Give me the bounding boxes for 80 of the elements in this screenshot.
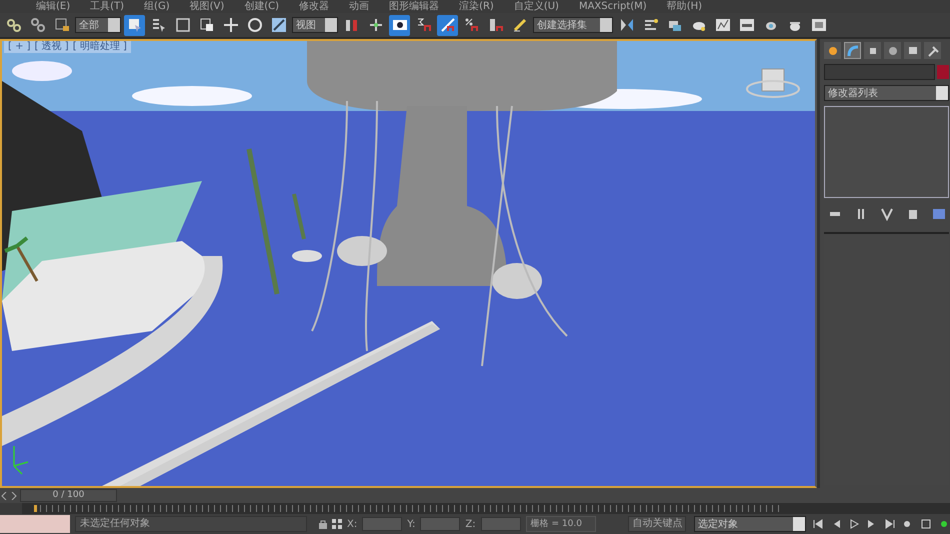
menu-item[interactable]: 图形编辑器: [389, 0, 440, 12]
viewport-label[interactable]: [ + ]: [8, 41, 31, 53]
menu-item[interactable]: 动画: [349, 0, 370, 12]
align-icon: [642, 17, 658, 33]
key-filter-dropdown[interactable]: 选定对象: [694, 516, 806, 532]
pencil-icon: [512, 17, 528, 33]
modifier-stack-list[interactable]: [824, 106, 949, 198]
menu-item[interactable]: 渲染(R): [459, 0, 494, 12]
panel-tab[interactable]: [884, 42, 901, 59]
coordinate-label: X:: [347, 518, 358, 532]
coordinate-field[interactable]: [480, 517, 521, 531]
modifier-list-dropdown[interactable]: 修改器列表: [824, 85, 949, 101]
status-prompt: 未选定任何对象: [75, 516, 307, 532]
sun-icon: [826, 44, 838, 56]
dropdown[interactable]: 创建选择集: [533, 17, 613, 33]
dropdown[interactable]: 视图: [292, 17, 338, 33]
chain-link-icon: [6, 17, 22, 33]
panel-tab[interactable]: [864, 42, 881, 59]
script-listener-field[interactable]: [0, 515, 70, 533]
color-swatch[interactable]: [937, 65, 949, 79]
mirror-icon: [618, 17, 634, 33]
menu-item[interactable]: 组(G): [144, 0, 170, 12]
current-frame-box[interactable]: 0 / 100: [20, 489, 117, 502]
grid-squares-icon[interactable]: [332, 519, 342, 529]
previous-button[interactable]: [0, 489, 8, 502]
coordinate-field[interactable]: [362, 517, 402, 531]
panel-tab[interactable]: [824, 42, 841, 59]
percent-magnet-icon: [464, 17, 480, 33]
next-frame-icon: [866, 519, 876, 529]
menu-item[interactable]: 创建(C): [244, 0, 280, 12]
broken-link-icon: [30, 17, 46, 33]
menu-item[interactable]: 编辑(E): [36, 0, 70, 12]
playback-button[interactable]: [919, 517, 932, 531]
viewport-label[interactable]: [ 明暗处理 ]: [72, 41, 127, 53]
snap-magnet-icon: [416, 17, 432, 33]
eye-box-icon: [392, 17, 408, 33]
cursor-box-icon: [126, 17, 142, 33]
menu-item[interactable]: 自定义(U): [514, 0, 559, 12]
playback-button[interactable]: [811, 517, 824, 531]
menu-item[interactable]: 修改器: [299, 0, 330, 12]
menu-item[interactable]: 视图(V): [190, 0, 224, 12]
frame-window-icon: [810, 17, 826, 33]
play-icon: [848, 519, 858, 529]
lock-icon[interactable]: [319, 519, 327, 529]
go-start-icon: [812, 519, 822, 529]
grid-size-text: 栅格 = 10.0: [526, 516, 596, 532]
toolbar-button[interactable]: [124, 14, 145, 36]
coordinate-label: Z:: [465, 518, 476, 532]
name-field[interactable]: [824, 64, 934, 80]
arc-icon: [846, 44, 858, 56]
graph-window-icon: [714, 17, 730, 33]
circle-icon: [886, 44, 898, 56]
square-icon: [174, 17, 190, 33]
go-end-icon: [884, 519, 894, 529]
auto-key-button[interactable]: 自动关键点: [628, 516, 686, 532]
mirror-bars-icon: [344, 17, 360, 33]
toolbar-button[interactable]: [389, 14, 410, 36]
spinner-magnet-icon: [488, 17, 504, 33]
panel-tab[interactable]: [904, 42, 921, 59]
window-icon: [932, 206, 946, 220]
window-icon: [738, 17, 754, 33]
viewport-label[interactable]: [ 透视 ]: [34, 41, 69, 53]
angle-magnet-icon: [440, 17, 456, 33]
next-button[interactable]: [10, 489, 18, 502]
panel-tab[interactable]: [924, 42, 941, 59]
dropdown[interactable]: 全部: [75, 17, 121, 33]
pivot-cross-icon: [368, 17, 384, 33]
menu-item[interactable]: 工具(T): [90, 0, 124, 12]
toolbar-button[interactable]: [437, 14, 458, 36]
scale-box-icon: [270, 17, 286, 33]
grid-icon: [920, 519, 930, 529]
list-cursor-icon: [150, 17, 166, 33]
cross-arrows-icon: [222, 17, 238, 33]
menu-item[interactable]: 帮助(H): [666, 0, 702, 12]
menu-item[interactable]: MAXScript(M): [578, 0, 647, 12]
coordinate-label: Y:: [407, 518, 416, 532]
hammer-icon: [926, 44, 938, 56]
playback-button[interactable]: [883, 517, 896, 531]
overlap-squares-icon: [198, 17, 214, 33]
coordinate-field[interactable]: [420, 517, 460, 531]
